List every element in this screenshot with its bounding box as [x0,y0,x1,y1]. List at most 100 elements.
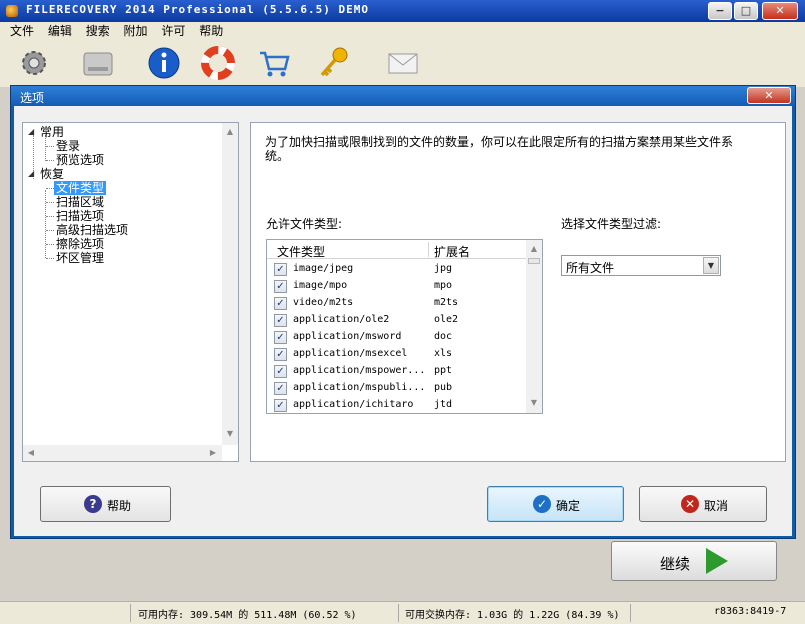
dialog-body: ◢ 常用 登录 预览选项 ◢ 恢复 文件类型 扫描区域 扫描选项 高级扫描选项 … [14,106,792,536]
maximize-button[interactable]: □ [734,2,758,20]
scroll-thumb[interactable] [528,258,540,264]
tree-guide [46,230,54,231]
checkbox[interactable]: ✓ [274,382,287,395]
checkbox[interactable]: ✓ [274,399,287,412]
file-type: application/ole2 [293,314,390,325]
extension: m2ts [434,297,459,308]
tree-item-bad-sectors[interactable]: 坏区管理 [56,251,104,265]
cart-icon[interactable] [256,45,292,81]
tree-guide [46,244,54,245]
list-item[interactable]: ✓ image/mpo mpo [267,278,527,295]
help-button[interactable]: ? 帮助 [40,486,171,522]
swap-status: 可用交换内存: 1.03G 的 1.22G (84.39 %) [405,610,620,621]
list-item[interactable]: ✓ application/mspower... ppt [267,363,527,380]
menu-help[interactable]: 帮助 [199,22,223,40]
extension: mpo [434,280,453,291]
filter-label: 选择文件类型过滤: [561,217,662,231]
checkbox[interactable]: ✓ [274,263,287,276]
ok-button[interactable]: ✓ 确定 [487,486,624,522]
list-item[interactable]: ✓ application/msword doc [267,329,527,346]
checkbox[interactable]: ✓ [274,314,287,327]
close-button[interactable]: ✕ [762,2,798,20]
tree-item-file-types[interactable]: 文件类型 [54,181,107,195]
list-item[interactable]: ✓ application/ichitaro jtd [267,397,527,413]
scroll-up-icon[interactable]: ▲ [526,244,542,253]
menu-extra[interactable]: 附加 [124,22,148,40]
tree-item-scan-options[interactable]: 扫描选项 [56,209,104,223]
extension: jtd [434,399,453,410]
menu-file[interactable]: 文件 [10,22,34,40]
checkbox[interactable]: ✓ [274,297,287,310]
list-header: 文件类型 扩展名 [267,240,527,259]
list-item[interactable]: ✓ video/m2ts m2ts [267,295,527,312]
panel-description: 为了加快扫描或限制找到的文件的数量，你可以在此限定所有的扫描方案禁用某些文件系统… [265,135,734,163]
help-icon: ? [84,495,102,513]
list-item[interactable]: ✓ application/msexcel xls [267,346,527,363]
file-type: application/ichitaro [293,399,414,410]
tree-item-recovery[interactable]: 恢复 [40,167,64,181]
toolbar [0,41,805,87]
tree-vertical-scrollbar[interactable]: ▲ ▼ [222,123,238,445]
chevron-down-icon[interactable]: ▼ [703,257,719,274]
menu-edit[interactable]: 编辑 [48,22,72,40]
tree-item-erase[interactable]: 擦除选项 [56,237,104,251]
list-vertical-scrollbar[interactable]: ▲ ▼ [526,240,542,413]
file-type: application/mspubli... [293,382,426,393]
extension: pub [434,382,453,393]
file-type: video/m2ts [293,297,354,308]
continue-button[interactable]: 继续 [611,541,777,581]
list-item[interactable]: ✓ application/mspubli... pub [267,380,527,397]
menu-license[interactable]: 许可 [161,22,185,40]
scroll-down-icon[interactable]: ▼ [526,398,542,407]
scroll-down-icon[interactable]: ▼ [222,429,238,438]
extension: ppt [434,365,453,376]
options-tree: ◢ 常用 登录 预览选项 ◢ 恢复 文件类型 扫描区域 扫描选项 高级扫描选项 … [22,122,239,462]
collapse-icon[interactable]: ◢ [28,169,34,178]
tree-horizontal-scrollbar[interactable]: ◀ ▶ [23,445,222,461]
app-title-bar: FILERECOVERY 2014 Professional (5.5.6.5)… [0,0,805,22]
tree-item-general[interactable]: 常用 [40,125,64,139]
minimize-button[interactable]: − [708,2,732,20]
mail-icon[interactable] [385,45,421,81]
tree-item-advanced-scan[interactable]: 高级扫描选项 [56,223,128,237]
column-separator [428,242,429,257]
checkbox[interactable]: ✓ [274,280,287,293]
collapse-icon[interactable]: ◢ [28,127,34,136]
tree-item-preview[interactable]: 预览选项 [56,153,104,167]
extension: doc [434,331,453,342]
tree-item-login[interactable]: 登录 [56,139,80,153]
file-type-filter-select[interactable]: 所有文件 ▼ [561,255,721,276]
extension: xls [434,348,453,359]
gear-icon[interactable] [16,45,52,81]
list-item[interactable]: ✓ application/ole2 ole2 [267,312,527,329]
cancel-button[interactable]: ✕ 取消 [639,486,767,522]
scroll-left-icon[interactable]: ◀ [23,448,39,457]
file-type: application/msword [293,331,402,342]
list-item[interactable]: ✓ image/jpeg jpg [267,261,527,278]
memory-status: 可用内存: 309.54M 的 511.48M (60.52 %) [138,610,357,621]
file-type: application/mspower... [293,365,426,376]
checkmark-icon: ✓ [533,495,551,513]
tree-item-scan-area[interactable]: 扫描区域 [56,195,104,209]
column-extension[interactable]: 扩展名 [434,243,470,260]
options-dialog: 选项 ✕ ◢ 常用 登录 预览选项 ◢ 恢复 文件类型 扫描区域 扫描选项 高级… [10,85,796,539]
scroll-right-icon[interactable]: ▶ [205,448,221,457]
info-icon[interactable] [146,45,182,81]
drive-icon[interactable] [80,45,116,81]
status-divider [630,604,631,622]
dialog-close-button[interactable]: ✕ [747,87,791,104]
allowed-types-label: 允许文件类型: [266,217,343,231]
file-type: image/jpeg [293,263,354,274]
checkbox[interactable]: ✓ [274,348,287,361]
checkbox[interactable]: ✓ [274,365,287,378]
lifebuoy-icon[interactable] [200,45,236,81]
ok-button-label: 确定 [556,499,581,513]
help-button-label: 帮助 [107,499,132,513]
status-divider [130,604,131,622]
checkbox[interactable]: ✓ [274,331,287,344]
menu-search[interactable]: 搜索 [86,22,110,40]
key-icon[interactable] [316,45,352,81]
tree-guide [45,190,46,258]
column-file-type[interactable]: 文件类型 [277,243,325,260]
scroll-up-icon[interactable]: ▲ [222,127,238,136]
